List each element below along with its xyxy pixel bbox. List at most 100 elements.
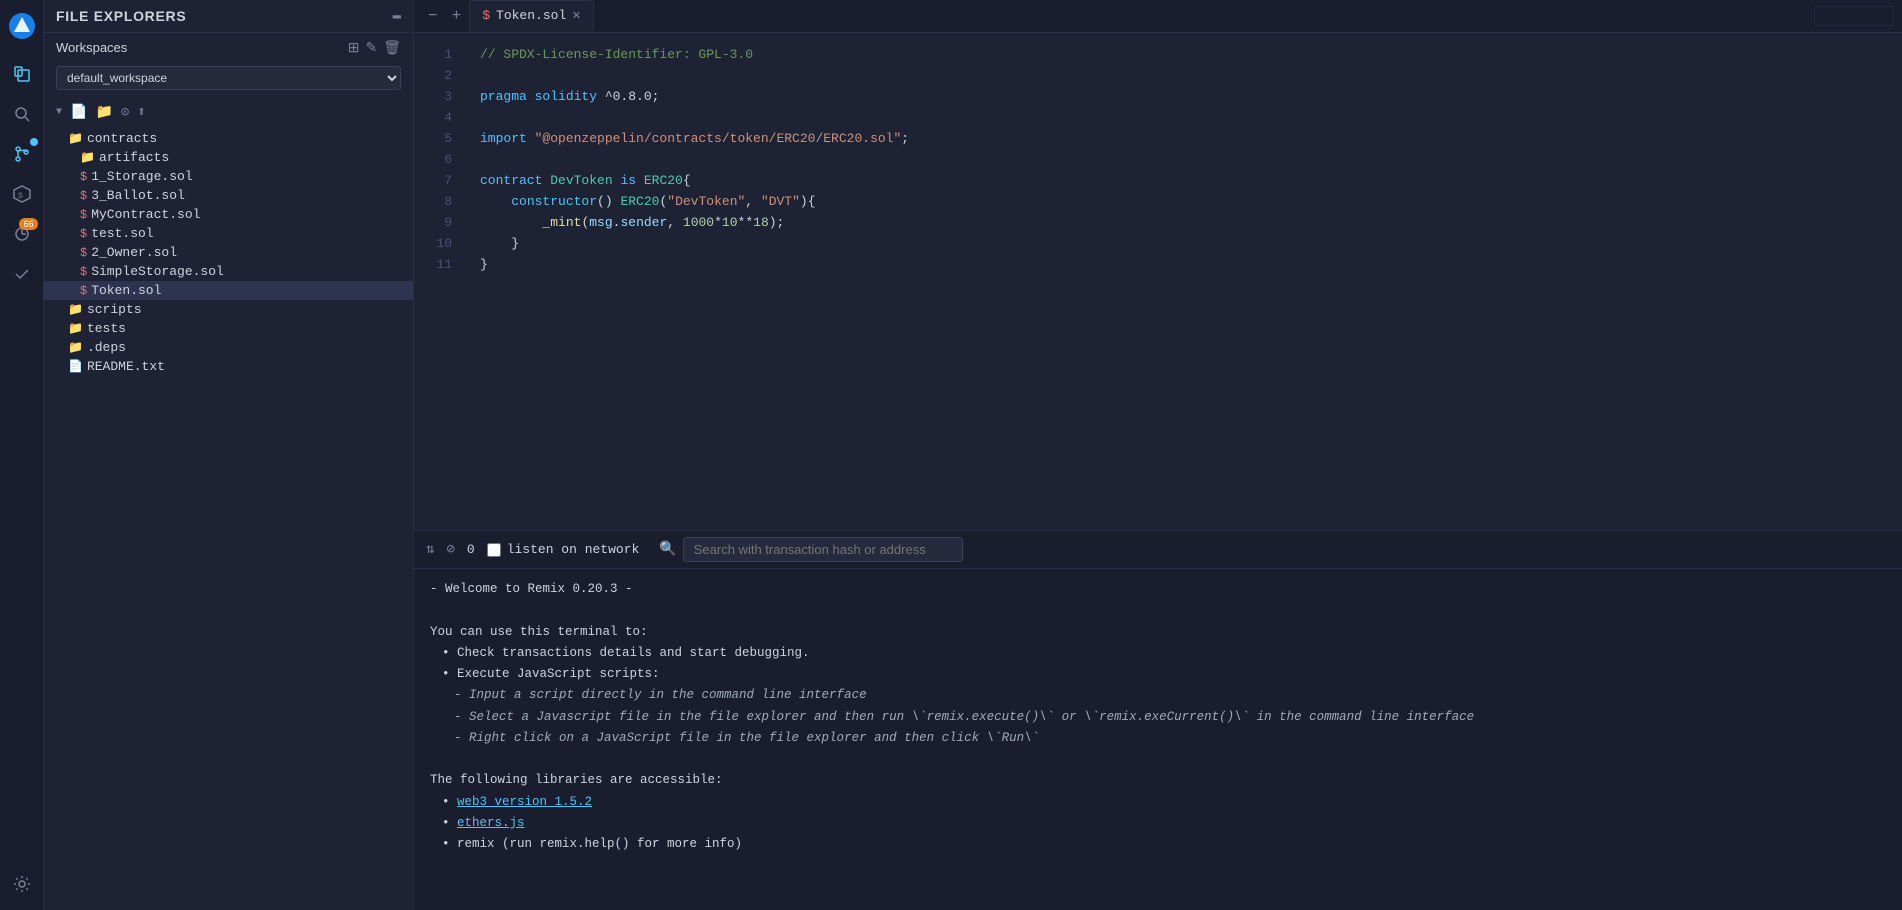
sol-icon-3ballot: $ bbox=[80, 189, 87, 203]
file-tree: ▼ 📄 📁 ⊙ ⬆ 📁 contracts 📁 artifacts $ 1_St… bbox=[44, 94, 413, 910]
sol-icon-token: $ bbox=[80, 284, 87, 298]
listen-network-label: listen on network bbox=[507, 542, 640, 557]
terminal-expand-icon[interactable]: ⇅ bbox=[426, 541, 434, 558]
terminal-listen-group: listen on network bbox=[487, 542, 640, 557]
folder-icon-scripts: 📁 bbox=[68, 302, 83, 317]
listen-network-checkbox[interactable] bbox=[487, 543, 501, 557]
sidebar-item-debug[interactable]: 66 bbox=[4, 216, 40, 252]
terminal-output[interactable]: - Welcome to Remix 0.20.3 - You can use … bbox=[414, 569, 1902, 910]
upload-icon[interactable]: ⬆ bbox=[137, 104, 145, 121]
code-indent-8 bbox=[480, 192, 511, 213]
folder-contracts[interactable]: 📁 contracts bbox=[44, 129, 413, 148]
term-line-1: You can use this terminal to: bbox=[430, 622, 1886, 643]
file-explorer-title: FILE EXPLORERS bbox=[56, 8, 186, 24]
workspaces-row: Workspaces ⊞ ✎ 🗑 bbox=[44, 33, 413, 62]
zoom-in-btn[interactable]: + bbox=[446, 3, 468, 29]
sidebar-item-git[interactable] bbox=[4, 136, 40, 172]
delete-workspace-icon[interactable]: 🗑 bbox=[383, 39, 401, 56]
code-import: import bbox=[480, 129, 535, 150]
term-libraries: The following libraries are accessible: bbox=[430, 770, 1886, 791]
file-explorer-header: FILE EXPLORERS ▬ bbox=[44, 0, 413, 33]
terminal-search-input[interactable] bbox=[683, 537, 963, 562]
filename-test: test.sol bbox=[91, 226, 153, 241]
terminal-search-icon[interactable]: 🔍 bbox=[659, 541, 676, 558]
code-sender: sender bbox=[620, 213, 667, 234]
filename-simplestorage: SimpleStorage.sol bbox=[91, 264, 224, 279]
code-star-9: * bbox=[714, 213, 722, 234]
code-editor[interactable]: 1 2 3 4 5 6 7 8 9 10 11 // SPDX-License-… bbox=[414, 33, 1902, 530]
editor-container: 1 2 3 4 5 6 7 8 9 10 11 // SPDX-License-… bbox=[414, 33, 1902, 910]
new-folder-icon[interactable]: 📁 bbox=[95, 104, 112, 121]
filename-1storage: 1_Storage.sol bbox=[91, 169, 192, 184]
file-mycontract[interactable]: $ MyContract.sol bbox=[44, 205, 413, 224]
code-constructor-kw: constructor bbox=[511, 192, 597, 213]
tab-file-icon: $ bbox=[482, 8, 490, 23]
code-comment-1: // SPDX-License-Identifier: GPL-3.0 bbox=[480, 45, 753, 66]
file-3-ballot[interactable]: $ 3_Ballot.sol bbox=[44, 186, 413, 205]
filename-readme: README.txt bbox=[87, 359, 165, 374]
sidebar-item-solidity[interactable]: S bbox=[4, 176, 40, 212]
code-devtoken: DevToken bbox=[550, 171, 620, 192]
workspace-action-icons: ⊞ ✎ 🗑 bbox=[348, 39, 401, 56]
line-num-7: 7 bbox=[414, 171, 464, 192]
filename-mycontract: MyContract.sol bbox=[91, 207, 200, 222]
term-bullet-2: • Execute JavaScript scripts: bbox=[430, 664, 1886, 685]
file-tree-actions: ▼ 📄 📁 ⊙ ⬆ bbox=[44, 100, 413, 125]
tab-token-sol[interactable]: $ Token.sol ✕ bbox=[469, 0, 593, 32]
code-amount: 1000 bbox=[683, 213, 714, 234]
workspace-select[interactable]: default_workspace bbox=[56, 66, 401, 90]
code-paren-8a: () bbox=[597, 192, 620, 213]
term-sub-1: - Input a script directly in the command… bbox=[430, 685, 1886, 706]
folder-tests[interactable]: 📁 tests bbox=[44, 319, 413, 338]
code-dvt-str: "DVT" bbox=[761, 192, 800, 213]
logo-icon[interactable] bbox=[4, 8, 40, 44]
github-icon[interactable]: ⊙ bbox=[121, 104, 129, 121]
file-readme[interactable]: 📄 README.txt bbox=[44, 357, 413, 376]
header-icons: ▬ bbox=[393, 8, 401, 24]
add-workspace-icon[interactable]: ⊞ bbox=[348, 39, 360, 56]
file-2-owner[interactable]: $ 2_Owner.sol bbox=[44, 243, 413, 262]
file-test[interactable]: $ test.sol bbox=[44, 224, 413, 243]
sol-icon-simplestorage: $ bbox=[80, 265, 87, 279]
tab-close-btn[interactable]: ✕ bbox=[572, 7, 580, 24]
terminal-area: ⇅ ⊘ 0 listen on network 🔍 - Welcome to R… bbox=[414, 530, 1902, 910]
term-bullet-1: • Check transactions details and start d… bbox=[430, 643, 1886, 664]
code-semicolon-5: ; bbox=[901, 129, 909, 150]
file-simplestorage[interactable]: $ SimpleStorage.sol bbox=[44, 262, 413, 281]
ethers-link[interactable]: ethers.js bbox=[457, 816, 525, 830]
line-num-1: 1 bbox=[414, 45, 464, 66]
code-comma-8: , bbox=[745, 192, 761, 213]
code-content[interactable]: // SPDX-License-Identifier: GPL-3.0 prag… bbox=[464, 33, 1902, 530]
code-solidity: solidity bbox=[535, 87, 605, 108]
sidebar-item-files[interactable] bbox=[4, 56, 40, 92]
sidebar-item-test[interactable] bbox=[4, 256, 40, 292]
web3-link[interactable]: web3 version 1.5.2 bbox=[457, 795, 592, 809]
minimize-icon[interactable]: ▬ bbox=[393, 8, 401, 24]
rename-workspace-icon[interactable]: ✎ bbox=[365, 39, 377, 56]
line-numbers: 1 2 3 4 5 6 7 8 9 10 11 bbox=[414, 33, 464, 530]
terminal-stop-icon[interactable]: ⊘ bbox=[446, 541, 454, 558]
sol-icon-test: $ bbox=[80, 227, 87, 241]
folder-scripts[interactable]: 📁 scripts bbox=[44, 300, 413, 319]
code-erc20-8: ERC20 bbox=[620, 192, 659, 213]
code-ten: 10 bbox=[722, 213, 738, 234]
file-token[interactable]: $ Token.sol bbox=[44, 281, 413, 300]
new-file-icon[interactable]: 📄 bbox=[70, 104, 87, 121]
zoom-out-btn[interactable]: − bbox=[422, 3, 444, 29]
tree-collapse-icon[interactable]: ▼ bbox=[56, 107, 62, 118]
file-1-storage[interactable]: $ 1_Storage.sol bbox=[44, 167, 413, 186]
code-power: ** bbox=[738, 213, 754, 234]
tab-label: Token.sol bbox=[496, 8, 566, 23]
code-erc20-7: ERC20 bbox=[644, 171, 683, 192]
sol-icon-2owner: $ bbox=[80, 246, 87, 260]
code-paren-9a: ( bbox=[581, 213, 589, 234]
line-num-3: 3 bbox=[414, 87, 464, 108]
code-line-11: } bbox=[464, 255, 1902, 276]
code-msg: msg bbox=[589, 213, 612, 234]
line-num-8: 8 bbox=[414, 192, 464, 213]
sidebar-item-settings[interactable] bbox=[4, 866, 40, 902]
code-eighteen: 18 bbox=[753, 213, 769, 234]
folder-deps[interactable]: 📁 .deps bbox=[44, 338, 413, 357]
sidebar-item-search[interactable] bbox=[4, 96, 40, 132]
folder-artifacts[interactable]: 📁 artifacts bbox=[44, 148, 413, 167]
